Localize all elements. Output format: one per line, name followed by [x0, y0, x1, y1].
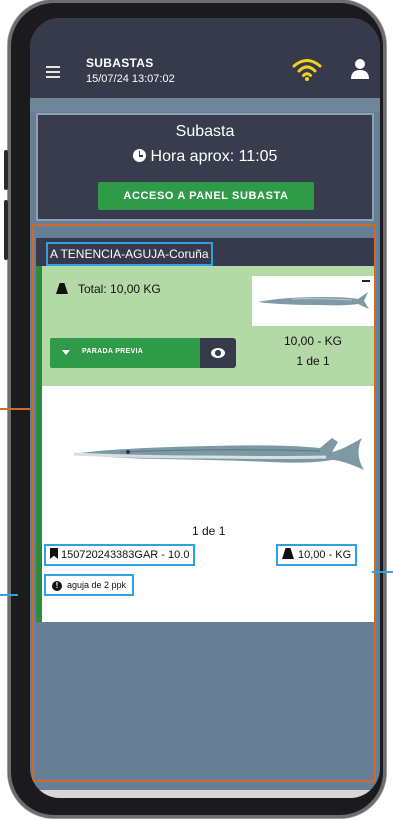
panel-access-button[interactable]: ACCESO A PANEL SUBASTA [98, 182, 314, 210]
app-datetime: 15/07/24 13:07:02 [86, 73, 175, 85]
annotation-line [0, 408, 30, 410]
minus-icon[interactable] [362, 280, 370, 282]
total-weight-text: Total: 10,00 KG [78, 282, 161, 296]
phone-side-button [4, 200, 8, 260]
fish-photo[interactable] [70, 426, 366, 482]
wifi-icon [292, 59, 322, 81]
lot-code-text: 150720243383GAR - 10.0 [61, 549, 190, 561]
lot-info-text: aguja de 2 ppk [67, 580, 127, 590]
auction-time-text: Hora aprox: 11:05 [150, 148, 278, 165]
lot-name: A TENENCIA-AGUJA-Coruña [46, 242, 213, 266]
app-bar-shadow [30, 98, 380, 112]
parada-previa-button[interactable]: PARADA PREVIA [50, 338, 200, 368]
eye-icon [211, 348, 225, 358]
user-icon[interactable] [350, 58, 370, 80]
lot-weight: 10,00 - KG [276, 544, 358, 566]
clock-icon [132, 149, 146, 162]
thumbnail-weight: 10,00 - KG [283, 334, 343, 348]
lot-summary: Total: 10,00 KG 10,00 - KG 1 de 1 PARADA… [36, 266, 374, 386]
total-weight: Total: 10,00 KG [56, 282, 161, 296]
lot-header: A TENENCIA-AGUJA-Coruña [36, 238, 374, 266]
phone-frame: SUBASTAS 15/07/24 13:07:02 Subasta Hora … [4, 0, 386, 818]
lot-code: 150720243383GAR - 10.0 [44, 544, 196, 566]
menu-icon[interactable] [46, 66, 60, 78]
thumbnail-count: 1 de 1 [296, 354, 330, 368]
annotation-line [372, 571, 393, 573]
phone-side-button [4, 150, 8, 190]
fish-thumbnail[interactable] [252, 276, 374, 326]
lot-section: A TENENCIA-AGUJA-Coruña Total: 10,00 KG … [32, 224, 376, 782]
lot-info: ! aguja de 2 ppk [44, 574, 135, 596]
screen: SUBASTAS 15/07/24 13:07:02 Subasta Hora … [30, 18, 380, 798]
bookmark-icon [50, 548, 58, 559]
caret-down-icon [62, 350, 70, 355]
lot-detail: 1 de 1 150720243383GAR - 10.0 10,00 - KG… [42, 386, 374, 622]
auction-time: Hora aprox: 11:05 [38, 148, 372, 166]
app-title: SUBASTAS [86, 56, 154, 70]
fish-thumbnail-image [258, 292, 369, 309]
auction-card: Subasta Hora aprox: 11:05 ACCESO A PANEL… [36, 113, 374, 221]
app-bar: SUBASTAS 15/07/24 13:07:02 [30, 18, 380, 98]
home-indicator [30, 790, 380, 798]
view-button[interactable] [200, 338, 236, 368]
weight-icon [282, 548, 294, 559]
auction-title: Subasta [175, 123, 235, 140]
lot-weight-text: 10,00 - KG [298, 549, 352, 561]
info-icon: ! [52, 581, 62, 591]
parada-previa-label: PARADA PREVIA [82, 348, 144, 355]
image-counter: 1 de 1 [192, 524, 226, 538]
annotation-line [0, 594, 18, 596]
empty-area [36, 622, 374, 778]
weight-icon [56, 283, 68, 294]
